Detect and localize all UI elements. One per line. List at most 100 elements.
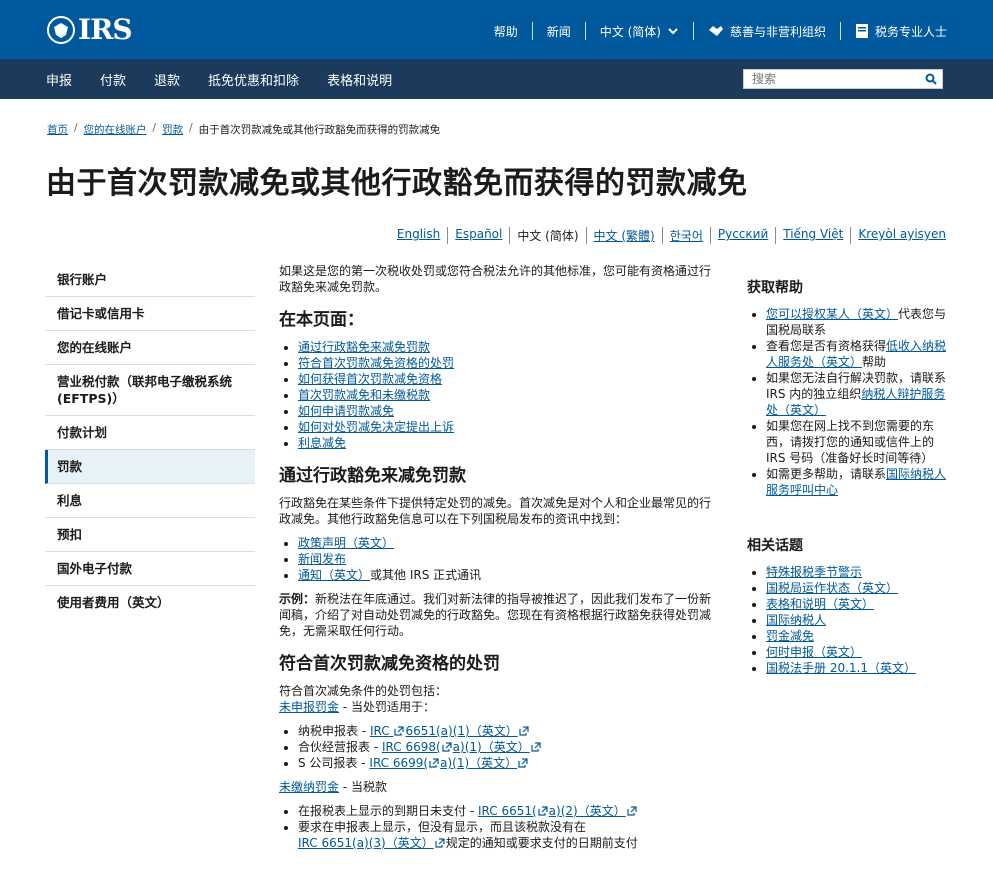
lang-chinese-traditional[interactable]: 中文 (繁體) bbox=[585, 227, 662, 244]
irc-link[interactable]: IRC bbox=[370, 724, 393, 738]
on-page-link[interactable]: 如何申请罚款减免 bbox=[298, 404, 394, 418]
lang-haitian-creole[interactable]: Kreyòl ayisyen bbox=[850, 227, 953, 244]
irc-link[interactable]: a)(2)（英文） bbox=[549, 804, 626, 818]
sidenav-item-bank-account[interactable]: 银行账户 bbox=[45, 263, 255, 297]
related-link[interactable]: 国税法手册 20.1.1（英文） bbox=[766, 661, 916, 675]
sidenav-item-eftps[interactable]: 营业税付款（联邦电子缴税系统 (EFTPS)） bbox=[45, 365, 255, 416]
external-link-icon bbox=[627, 806, 637, 816]
on-page-link[interactable]: 首次罚款减免和未缴税款 bbox=[298, 388, 430, 402]
list-item: 首次罚款减免和未缴税款 bbox=[298, 387, 719, 403]
sidenav-item-debit-credit[interactable]: 借记卡或信用卡 bbox=[45, 297, 255, 331]
on-page-link[interactable]: 如何获得首次罚款减免资格 bbox=[298, 372, 442, 386]
list-item: 要求在申报表上显示，但没有显示，而且该税款没有在 IRC 6651(a)(3)（英… bbox=[298, 819, 719, 851]
lang-chinese-simplified: 中文 (简体) bbox=[509, 227, 585, 244]
irc-link[interactable]: a)(1)（英文） bbox=[440, 756, 517, 770]
related-link[interactable]: 罚金减免 bbox=[766, 629, 814, 643]
related-link[interactable]: 特殊报税季节警示 bbox=[766, 565, 862, 579]
irc-link[interactable]: 6651(a)(1)（英文） bbox=[405, 724, 517, 738]
breadcrumb: 首页 / 您的在线账户 / 罚款 / 由于首次罚款减免或其他行政豁免而获得的罚款… bbox=[47, 122, 440, 137]
news-link[interactable]: 新闻 bbox=[533, 22, 585, 40]
policy-statements-link[interactable]: 政策声明（英文） bbox=[298, 536, 394, 550]
irc-link[interactable]: IRC 6699( bbox=[369, 756, 428, 770]
external-link-icon bbox=[442, 742, 452, 752]
lang-english[interactable]: English bbox=[390, 227, 447, 244]
sidenav-item-online-account[interactable]: 您的在线账户 bbox=[45, 331, 255, 365]
utility-nav: 帮助 新闻 中文 (简体) 慈善与非营利组织 税务专业人士 bbox=[480, 22, 947, 40]
get-help-list: 您可以授权某人（英文）代表您与国税局联系 查看您是否有资格获得低收入纳税人服务处… bbox=[747, 306, 957, 498]
lang-korean[interactable]: 한국어 bbox=[661, 227, 710, 244]
failure-to-file-text: - 当处罚适用于： bbox=[339, 700, 435, 714]
section-heading-ftа-penalties: 符合首次罚款减免资格的处罚 bbox=[279, 654, 500, 674]
irs-logo[interactable]: IRS bbox=[46, 13, 133, 46]
eagle-icon bbox=[47, 15, 75, 44]
tax-pros-link[interactable]: 税务专业人士 bbox=[841, 22, 947, 40]
authorize-link[interactable]: 您可以授权某人（英文） bbox=[766, 307, 898, 321]
irc-link[interactable]: a)(1)（英文） bbox=[453, 740, 530, 754]
list-item-text: 查看您是否有资格获得 bbox=[766, 339, 887, 353]
nav-refunds[interactable]: 退款 bbox=[154, 70, 180, 89]
nav-pay[interactable]: 付款 bbox=[100, 70, 126, 89]
nav-credits-deductions[interactable]: 抵免优惠和扣除 bbox=[208, 70, 299, 89]
language-selector[interactable]: 中文 (简体) bbox=[586, 22, 693, 40]
lang-spanish[interactable]: Español bbox=[447, 227, 509, 244]
breadcrumb-penalties[interactable]: 罚款 bbox=[162, 122, 183, 137]
sidenav-item-user-fees[interactable]: 使用者费用（英文） bbox=[45, 586, 255, 619]
list-item: 新闻发布 bbox=[298, 551, 719, 567]
related-link[interactable]: 国际纳税人 bbox=[766, 613, 826, 627]
on-page-link[interactable]: 通过行政豁免来减免罚款 bbox=[298, 340, 430, 354]
right-sidebar: 获取帮助 您可以授权某人（英文）代表您与国税局联系 查看您是否有资格获得低收入纳… bbox=[747, 280, 957, 676]
related-topics-heading: 相关话题 bbox=[747, 538, 803, 554]
chevron-down-icon bbox=[668, 28, 678, 35]
list-item-text: 在报税表上显示的到期日未支付 - bbox=[298, 804, 478, 818]
lang-vietnamese[interactable]: Tiếng Việt bbox=[775, 227, 850, 244]
failure-to-file-link[interactable]: 未申报罚金 bbox=[279, 700, 339, 714]
list-item: 如果您在网上找不到您需要的东西，请拨打您的通知或信件上的 IRS 号码（准备好长… bbox=[766, 418, 957, 466]
irc-link[interactable]: IRC 6698( bbox=[382, 740, 441, 754]
get-help-heading: 获取帮助 bbox=[747, 280, 803, 296]
list-item: 罚金减免 bbox=[766, 628, 957, 644]
on-page-link[interactable]: 符合首次罚款减免资格的处罚 bbox=[298, 356, 454, 370]
related-link[interactable]: 表格和说明（英文） bbox=[766, 597, 874, 611]
sidenav-item-payment-plans[interactable]: 付款计划 bbox=[45, 416, 255, 450]
example-text: 示例：新税法在年底通过。我们对新法律的指导被推迟了，因此我们发布了一份新闻稿，介… bbox=[279, 591, 719, 639]
list-item: 符合首次罚款减免资格的处罚 bbox=[298, 355, 719, 371]
list-item: 如何对处罚减免决定提出上诉 bbox=[298, 419, 719, 435]
irc-link[interactable]: IRC 6651( bbox=[478, 804, 537, 818]
list-item-text: S 公司报表 - bbox=[298, 756, 370, 770]
sidenav-item-penalties[interactable]: 罚款 bbox=[45, 450, 255, 484]
list-item: 纳税申报表 - IRC 6651(a)(1)（英文） bbox=[298, 723, 719, 739]
on-page-link[interactable]: 利息减免 bbox=[298, 436, 346, 450]
related-link[interactable]: 国税局运作状态（英文） bbox=[766, 581, 898, 595]
help-link[interactable]: 帮助 bbox=[480, 22, 532, 40]
sidenav-item-interest[interactable]: 利息 bbox=[45, 484, 255, 518]
related-link[interactable]: 何时申报（英文） bbox=[766, 645, 862, 659]
related-topics-list: 特殊报税季节警示 国税局运作状态（英文） 表格和说明（英文） 国际纳税人 罚金减… bbox=[747, 564, 957, 676]
external-link-icon bbox=[435, 838, 445, 848]
failure-to-pay-link[interactable]: 未缴纳罚金 bbox=[279, 780, 339, 794]
breadcrumb-home[interactable]: 首页 bbox=[47, 122, 68, 137]
search-input[interactable] bbox=[744, 70, 924, 88]
news-releases-link[interactable]: 新闻发布 bbox=[298, 552, 346, 566]
nav-forms-instructions[interactable]: 表格和说明 bbox=[327, 70, 392, 89]
example-label: 示例： bbox=[279, 592, 316, 606]
list-item: 在报税表上显示的到期日未支付 - IRC 6651( a)(2)（英文） bbox=[298, 803, 719, 819]
nav-file[interactable]: 申报 bbox=[46, 70, 72, 89]
search-icon[interactable] bbox=[925, 73, 937, 85]
list-item: 如果您无法自行解决罚款，请联系IRS 内的独立组织纳税人辩护服务处（英文） bbox=[766, 370, 957, 418]
list-item: 国税局运作状态（英文） bbox=[766, 580, 957, 596]
breadcrumb-online-account[interactable]: 您的在线账户 bbox=[84, 122, 147, 137]
charities-link[interactable]: 慈善与非营利组织 bbox=[694, 22, 840, 40]
sidenav-item-withholding[interactable]: 预扣 bbox=[45, 518, 255, 552]
list-item-text: 规定的通知或要求支付的日期前支付 bbox=[445, 836, 638, 850]
sidenav-item-foreign-payments[interactable]: 国外电子付款 bbox=[45, 552, 255, 586]
list-item: 合伙经营报表 - IRC 6698(a)(1)（英文） bbox=[298, 739, 719, 755]
lang-russian[interactable]: Русский bbox=[709, 227, 775, 244]
irc-link[interactable]: IRC 6651(a)(3)（英文） bbox=[298, 836, 434, 850]
list-item: 表格和说明（英文） bbox=[766, 596, 957, 612]
external-link-icon bbox=[394, 726, 405, 736]
notices-link[interactable]: 通知（英文） bbox=[298, 568, 370, 582]
side-nav: 银行账户 借记卡或信用卡 您的在线账户 营业税付款（联邦电子缴税系统 (EFTP… bbox=[45, 263, 255, 619]
failure-to-pay-line: 未缴纳罚金 - 当税款 bbox=[279, 779, 719, 795]
failure-to-pay-text: - 当税款 bbox=[339, 780, 387, 794]
on-page-link[interactable]: 如何对处罚减免决定提出上诉 bbox=[298, 420, 454, 434]
